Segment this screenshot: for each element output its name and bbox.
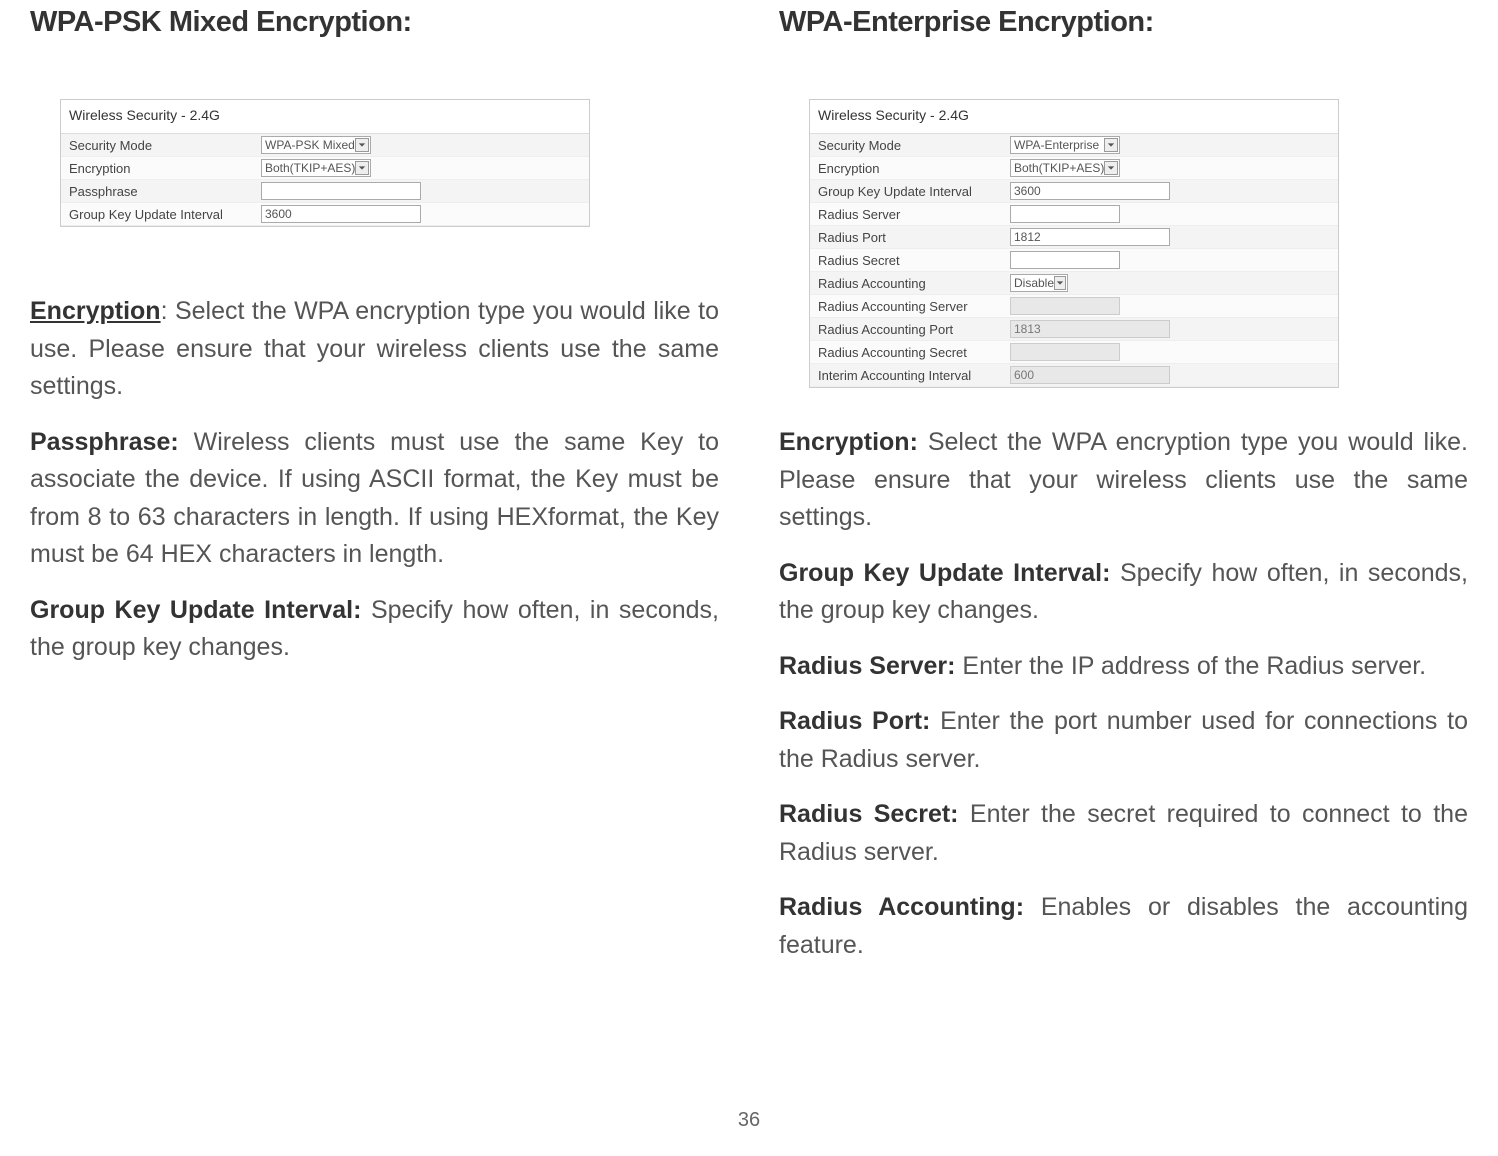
para-encryption: Encryption: Select the WPA encryption ty… — [30, 293, 719, 406]
row-radius-server: Radius Server — [810, 203, 1338, 226]
chevron-down-icon — [1104, 161, 1118, 175]
label-passphrase: Passphrase — [61, 184, 261, 199]
page-number: 36 — [0, 1109, 1498, 1132]
right-screenshot-panel: Wireless Security - 2.4G Security Mode W… — [809, 99, 1339, 388]
term-group-key: Group Key Update Interval: — [779, 559, 1120, 587]
chevron-down-icon — [1104, 138, 1118, 152]
para-group-key: Group Key Update Interval: Specify how o… — [779, 555, 1468, 630]
select-value: Disable — [1014, 276, 1054, 290]
input-radius-acc-server — [1010, 297, 1120, 315]
row-radius-acc-secret: Radius Accounting Secret — [810, 341, 1338, 364]
row-radius-port: Radius Port 1812 — [810, 226, 1338, 249]
para-radius-server: Radius Server: Enter the IP address of t… — [779, 648, 1468, 686]
term-radius-port: Radius Port: — [779, 707, 940, 735]
label-radius-server: Radius Server — [810, 207, 1010, 222]
term-radius-server: Radius Server: — [779, 652, 962, 680]
row-interim-acc: Interim Accounting Interval 600 — [810, 364, 1338, 387]
term-radius-secret: Radius Secret: — [779, 800, 970, 828]
input-group-key[interactable]: 3600 — [261, 205, 421, 223]
para-radius-secret: Radius Secret: Enter the secret required… — [779, 796, 1468, 871]
term-passphrase: Passphrase: — [30, 428, 194, 456]
select-radius-accounting[interactable]: Disable — [1010, 274, 1068, 292]
input-radius-acc-port: 1813 — [1010, 320, 1170, 338]
select-encryption[interactable]: Both(TKIP+AES) — [1010, 159, 1120, 177]
label-radius-accounting: Radius Accounting — [810, 276, 1010, 291]
left-screenshot-panel: Wireless Security - 2.4G Security Mode W… — [60, 99, 590, 227]
row-group-key: Group Key Update Interval 3600 — [810, 180, 1338, 203]
document-columns: WPA-PSK Mixed Encryption: Wireless Secur… — [30, 0, 1468, 982]
select-security-mode[interactable]: WPA-Enterprise — [1010, 136, 1120, 154]
row-encryption: Encryption Both(TKIP+AES) — [61, 157, 589, 180]
row-radius-secret: Radius Secret — [810, 249, 1338, 272]
select-value: Both(TKIP+AES) — [1014, 161, 1104, 175]
label-encryption: Encryption — [61, 161, 261, 176]
input-radius-secret[interactable] — [1010, 251, 1120, 269]
select-security-mode[interactable]: WPA-PSK Mixed — [261, 136, 371, 154]
para-passphrase: Passphrase: Wireless clients must use th… — [30, 424, 719, 574]
label-interim-acc: Interim Accounting Interval — [810, 368, 1010, 383]
row-radius-acc-port: Radius Accounting Port 1813 — [810, 318, 1338, 341]
label-group-key: Group Key Update Interval — [61, 207, 261, 222]
chevron-down-icon — [355, 138, 369, 152]
left-heading: WPA-PSK Mixed Encryption: — [30, 6, 719, 39]
chevron-down-icon — [1054, 276, 1066, 290]
input-passphrase[interactable] — [261, 182, 421, 200]
term-encryption: Encryption: — [779, 428, 928, 456]
select-value: Both(TKIP+AES) — [265, 161, 355, 175]
chevron-down-icon — [355, 161, 369, 175]
select-value: WPA-Enterprise — [1014, 138, 1099, 152]
row-group-key: Group Key Update Interval 3600 — [61, 203, 589, 226]
label-radius-acc-port: Radius Accounting Port — [810, 322, 1010, 337]
row-passphrase: Passphrase — [61, 180, 589, 203]
label-radius-port: Radius Port — [810, 230, 1010, 245]
input-radius-acc-secret — [1010, 343, 1120, 361]
term-radius-accounting: Radius Accounting: — [779, 893, 1041, 921]
panel-title: Wireless Security - 2.4G — [810, 100, 1338, 134]
left-column: WPA-PSK Mixed Encryption: Wireless Secur… — [30, 0, 719, 982]
select-encryption[interactable]: Both(TKIP+AES) — [261, 159, 371, 177]
input-radius-port[interactable]: 1812 — [1010, 228, 1170, 246]
row-security-mode: Security Mode WPA-Enterprise — [810, 134, 1338, 157]
row-encryption: Encryption Both(TKIP+AES) — [810, 157, 1338, 180]
row-radius-accounting: Radius Accounting Disable — [810, 272, 1338, 295]
label-radius-secret: Radius Secret — [810, 253, 1010, 268]
label-security-mode: Security Mode — [810, 138, 1010, 153]
label-encryption: Encryption — [810, 161, 1010, 176]
term-group-key: Group Key Update Interval: — [30, 596, 371, 624]
input-group-key[interactable]: 3600 — [1010, 182, 1170, 200]
right-heading: WPA-Enterprise Encryption: — [779, 6, 1468, 39]
label-security-mode: Security Mode — [61, 138, 261, 153]
label-group-key: Group Key Update Interval — [810, 184, 1010, 199]
para-radius-accounting: Radius Accounting: Enables or disables t… — [779, 889, 1468, 964]
input-interim-acc: 600 — [1010, 366, 1170, 384]
right-column: WPA-Enterprise Encryption: Wireless Secu… — [779, 0, 1468, 982]
label-radius-acc-secret: Radius Accounting Secret — [810, 345, 1010, 360]
term-encryption: Encryption — [30, 297, 161, 325]
label-radius-acc-server: Radius Accounting Server — [810, 299, 1010, 314]
select-value: WPA-PSK Mixed — [265, 138, 355, 152]
para-group-key: Group Key Update Interval: Specify how o… — [30, 592, 719, 667]
row-radius-acc-server: Radius Accounting Server — [810, 295, 1338, 318]
para-encryption: Encryption: Select the WPA encryption ty… — [779, 424, 1468, 537]
para-radius-port: Radius Port: Enter the port number used … — [779, 703, 1468, 778]
panel-title: Wireless Security - 2.4G — [61, 100, 589, 134]
row-security-mode: Security Mode WPA-PSK Mixed — [61, 134, 589, 157]
input-radius-server[interactable] — [1010, 205, 1120, 223]
text-radius-server: Enter the IP address of the Radius serve… — [962, 652, 1426, 680]
